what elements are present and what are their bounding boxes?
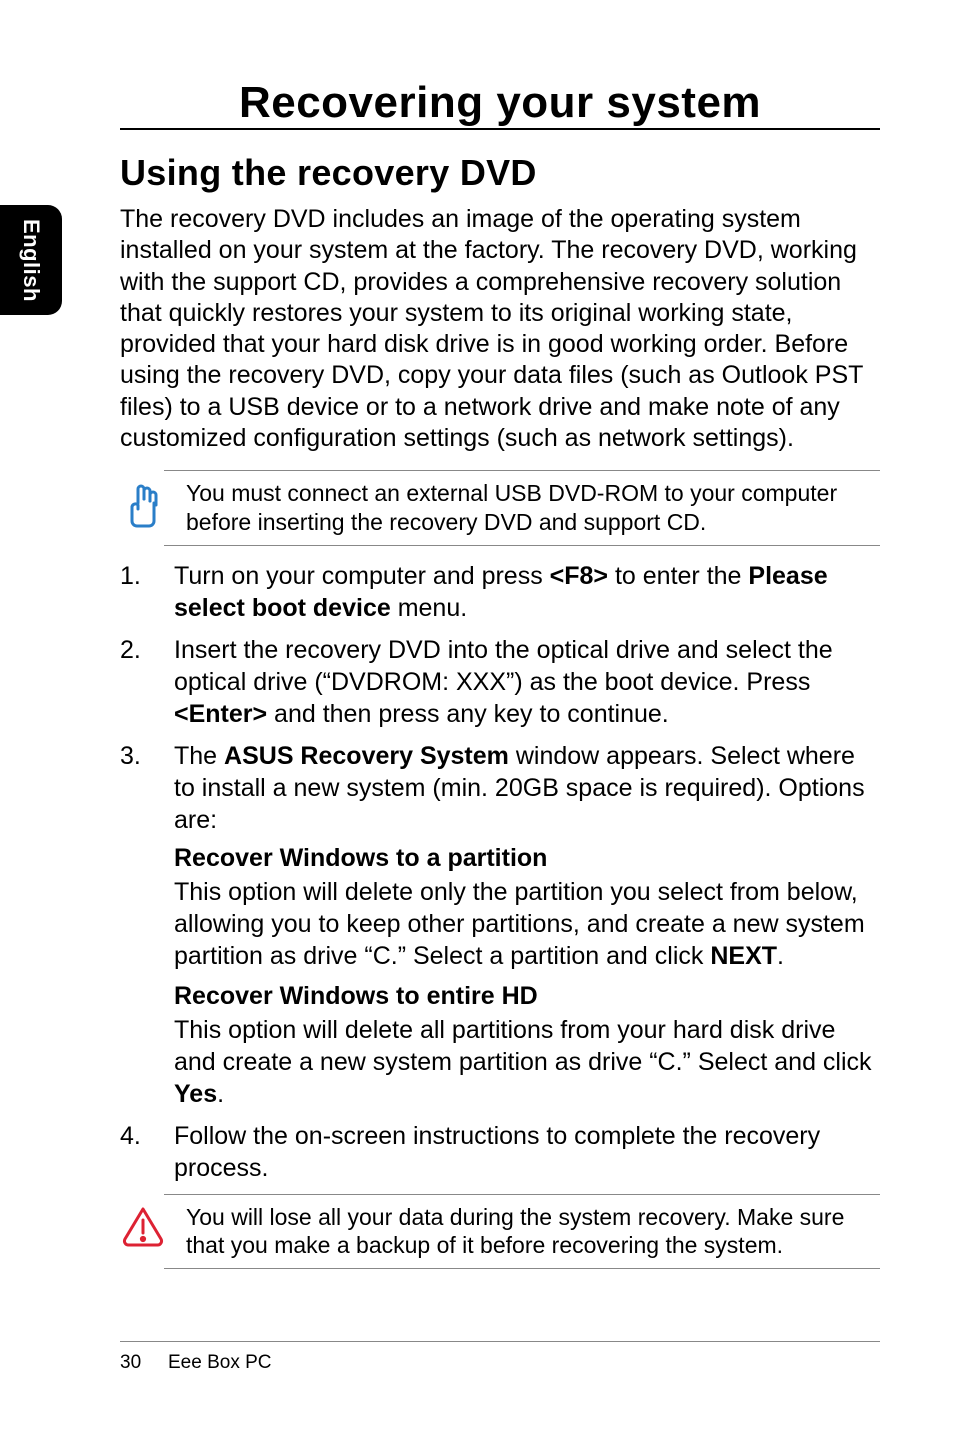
text: This option will delete all partitions f… — [174, 1016, 872, 1076]
page-number: 30 — [120, 1352, 144, 1374]
page-content: Recovering your system Using the recover… — [120, 78, 880, 1283]
warning-note-text: You will lose all your data during the s… — [186, 1203, 880, 1261]
section-heading: Using the recovery DVD — [120, 152, 880, 194]
hand-icon — [120, 479, 166, 529]
option-1: Recover Windows to a partition This opti… — [174, 842, 880, 972]
text: Insert the recovery DVD into the optical… — [174, 636, 833, 696]
warning-icon — [120, 1203, 166, 1249]
text: Follow the on-screen instructions to com… — [174, 1122, 820, 1182]
key-enter: <Enter> — [174, 700, 267, 728]
info-note: You must connect an external USB DVD-ROM… — [164, 470, 880, 546]
text: to enter the — [608, 562, 748, 590]
title-underline — [120, 128, 880, 130]
text: . — [217, 1080, 224, 1108]
option-2: Recover Windows to entire HD This option… — [174, 980, 880, 1110]
page-footer: 30 Eee Box PC — [120, 1341, 880, 1374]
text: Turn on your computer and press — [174, 562, 550, 590]
warning-note: You will lose all your data during the s… — [164, 1194, 880, 1270]
bold-yes: Yes — [174, 1080, 217, 1108]
option-1-title: Recover Windows to a partition — [174, 842, 880, 874]
text: The — [174, 742, 224, 770]
steps-list: Turn on your computer and press <F8> to … — [120, 560, 880, 1184]
key-f8: <F8> — [550, 562, 608, 590]
page-title: Recovering your system — [231, 78, 769, 128]
step-2: Insert the recovery DVD into the optical… — [120, 634, 880, 730]
text: and then press any key to continue. — [267, 700, 669, 728]
title-wrap: Recovering your system — [120, 78, 880, 128]
language-tab: English — [0, 205, 62, 315]
bold-phrase: ASUS Recovery System — [224, 742, 509, 770]
info-note-text: You must connect an external USB DVD-ROM… — [186, 479, 880, 537]
text: . — [777, 942, 784, 970]
text: menu. — [391, 594, 467, 622]
option-2-title: Recover Windows to entire HD — [174, 980, 880, 1012]
intro-paragraph: The recovery DVD includes an image of th… — [120, 204, 880, 454]
step-3: The ASUS Recovery System window appears.… — [120, 740, 880, 1110]
option-2-body: This option will delete all partitions f… — [174, 1014, 880, 1110]
bold-next: NEXT — [710, 942, 777, 970]
option-1-body: This option will delete only the partiti… — [174, 876, 880, 972]
book-title: Eee Box PC — [168, 1352, 272, 1374]
language-tab-label: English — [18, 219, 44, 302]
step-4: Follow the on-screen instructions to com… — [120, 1120, 880, 1184]
step-1: Turn on your computer and press <F8> to … — [120, 560, 880, 624]
